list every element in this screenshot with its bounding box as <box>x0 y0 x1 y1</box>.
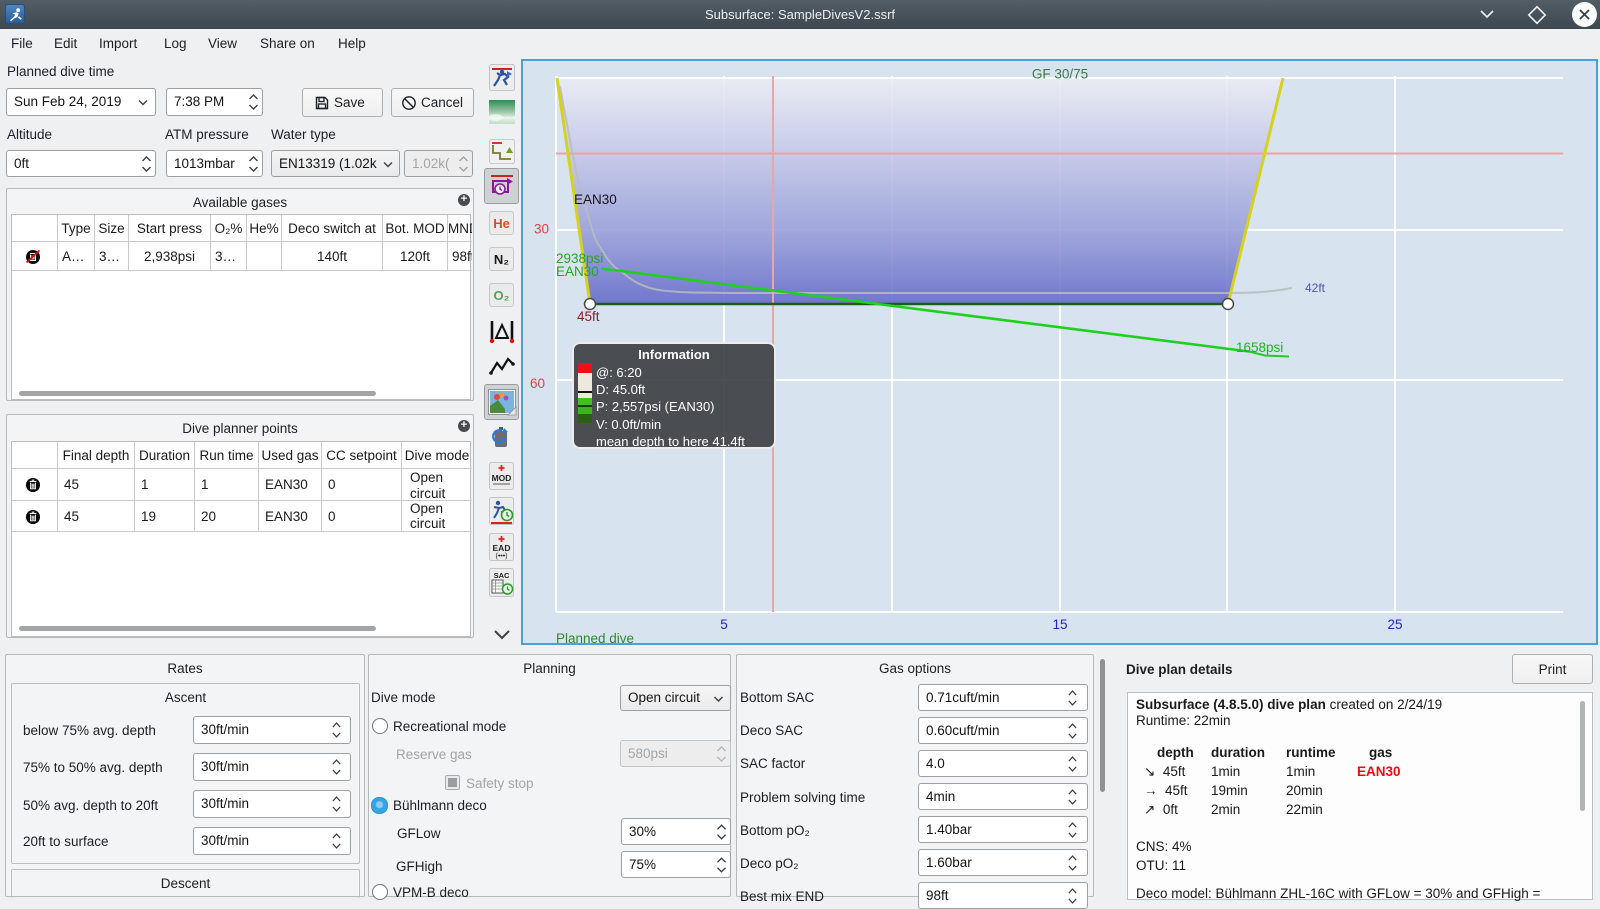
svg-text:SAC: SAC <box>494 571 510 580</box>
svg-text:EAN30: EAN30 <box>574 192 617 207</box>
svg-text:42ft: 42ft <box>1305 281 1326 295</box>
svg-text:25: 25 <box>1387 617 1402 632</box>
svg-text:45ft: 45ft <box>577 309 600 324</box>
svg-text:60: 60 <box>530 376 545 391</box>
svg-text:30: 30 <box>534 222 549 237</box>
svg-text:MOD: MOD <box>492 473 512 483</box>
svg-text:EAN30: EAN30 <box>556 264 599 279</box>
svg-text:GF 30/75: GF 30/75 <box>1032 67 1088 82</box>
svg-text:EAD: EAD <box>493 543 511 553</box>
svg-text:5: 5 <box>720 617 728 632</box>
svg-text:15: 15 <box>1052 617 1067 632</box>
svg-text:1658psi: 1658psi <box>1236 340 1283 355</box>
svg-text:(•••): (•••) <box>495 553 507 560</box>
svg-text:Planned dive: Planned dive <box>556 631 634 646</box>
